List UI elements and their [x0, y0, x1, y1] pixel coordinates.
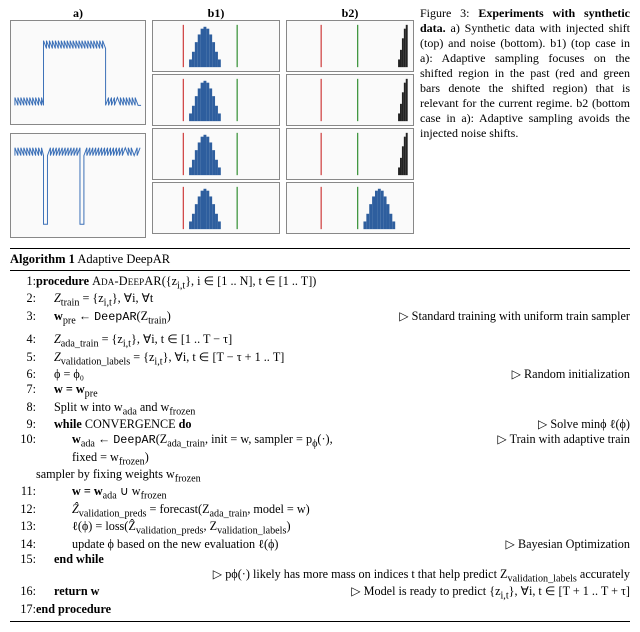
algo-comment: ▷ Random initialization [351, 367, 630, 382]
algo-line: w = wada ∪ wfrozen [36, 484, 630, 501]
panel-b2-row1 [286, 20, 414, 72]
lineno: 6: [10, 367, 36, 382]
panel-b1-row4 [152, 182, 280, 234]
algo-line: Zada_train = {zi,t}, ∀i, t ∈ [1 .. T − τ… [36, 332, 630, 349]
panel-a-label: a) [10, 6, 146, 20]
hist-icon [153, 75, 279, 125]
figure-caption: Figure 3: Experiments with synthetic dat… [420, 6, 630, 238]
timeseries-noise-icon [11, 134, 145, 237]
algo-line: update ϕ based on the new evaluation ℓ(ϕ… [36, 537, 351, 552]
algo-line: wada ← DeepAR(Zada_train, init = w, samp… [36, 432, 351, 467]
edge-hist-icon [287, 75, 413, 125]
algo-line: return w [36, 584, 351, 601]
panel-a-bottom-plot [10, 133, 146, 238]
algorithm-body: 1: procedure Ada-DeepAR({zi,t}, i ∈ [1 .… [10, 274, 630, 617]
panel-b2-label: b2) [286, 6, 414, 20]
figure-panel-b1: b1) [152, 6, 280, 238]
algo-line: Split w into wada and wfrozen [36, 400, 630, 417]
lineno: 9: [10, 417, 36, 432]
algo-line: procedure Ada-DeepAR({zi,t}, i ∈ [1 .. N… [36, 274, 630, 291]
lineno: 8: [10, 400, 36, 417]
algo-line: Ztrain = {zi,t}, ∀i, ∀t [36, 291, 630, 308]
lineno: 14: [10, 537, 36, 552]
hist-icon [153, 183, 279, 233]
algorithm-name: Adaptive DeepAR [77, 252, 170, 266]
panel-a-top-plot [10, 20, 146, 125]
lineno: 12: [10, 502, 36, 519]
algo-line: ϕ = ϕ₀ [36, 367, 351, 382]
hist-icon [153, 129, 279, 179]
lineno: 15: [10, 552, 36, 567]
lineno: 16: [10, 584, 36, 601]
algorithm-number: Algorithm 1 [10, 252, 75, 266]
algorithm-title: Algorithm 1 Adaptive DeepAR [10, 249, 630, 271]
panel-b1-row1 [152, 20, 280, 72]
panel-b1-row2 [152, 74, 280, 126]
algo-comment: ▷ Solve minϕ ℓ(ϕ) [351, 417, 630, 432]
figure-panel-a: a) [10, 6, 146, 238]
lineno: 3: [10, 309, 36, 326]
lineno: 11: [10, 484, 36, 501]
algo-comment: ▷ Standard training with uniform train s… [351, 309, 630, 326]
hist-icon [287, 183, 413, 233]
algo-line: end while [36, 552, 630, 567]
algo-line: Zvalidation_labels = {zi,t}, ∀i, t ∈ [T … [36, 350, 630, 367]
algo-line: w = wpre [36, 382, 630, 399]
algo-line: while CONVERGENCE do [36, 417, 351, 432]
lineno: 4: [10, 332, 36, 349]
algo-comment: ▷ pϕ(·) likely has more mass on indices … [36, 567, 630, 584]
lineno: 13: [10, 519, 36, 536]
panel-b2-row4 [286, 182, 414, 234]
panel-b1-label: b1) [152, 6, 280, 20]
hist-icon [153, 21, 279, 71]
algorithm-1: Algorithm 1 Adaptive DeepAR 1: procedure… [10, 248, 630, 622]
algo-comment: ▷ Bayesian Optimization [351, 537, 630, 552]
kw-procedure: procedure [36, 274, 89, 288]
figure-number: Figure 3: [420, 6, 470, 20]
lineno: 17: [10, 602, 36, 617]
lineno: 2: [10, 291, 36, 308]
figure-panel-b2: b2) [286, 6, 414, 238]
algo-line: end procedure [36, 602, 630, 617]
edge-hist-icon [287, 129, 413, 179]
proc-name: Ada-DeepAR [92, 274, 162, 288]
panel-b2-row2 [286, 74, 414, 126]
lineno: 5: [10, 350, 36, 367]
timeseries-shift-icon [11, 21, 145, 124]
algo-line-cont: sampler by fixing weights wfrozen [36, 467, 630, 484]
lineno: 10: [10, 432, 36, 467]
panel-b2-row3 [286, 128, 414, 180]
algo-line: Ẑvalidation_preds = forecast(Zada_train,… [36, 502, 630, 519]
algo-line: ℓ(ϕ) = loss(Ẑvalidation_preds, Zvalidati… [36, 519, 630, 536]
lineno: 7: [10, 382, 36, 399]
algo-comment: ▷ Model is ready to predict {zi,t}, ∀i, … [351, 584, 630, 601]
algo-comment: ▷ Train with adaptive train [351, 432, 630, 467]
lineno: 1: [10, 274, 36, 291]
figure-caption-body: a) Synthetic data with injected shift (t… [420, 21, 630, 140]
panel-b1-row3 [152, 128, 280, 180]
edge-hist-icon [287, 21, 413, 71]
figure-3: a) b1) [10, 6, 630, 238]
algo-line: wpre ← DeepAR(Ztrain) [36, 309, 351, 326]
